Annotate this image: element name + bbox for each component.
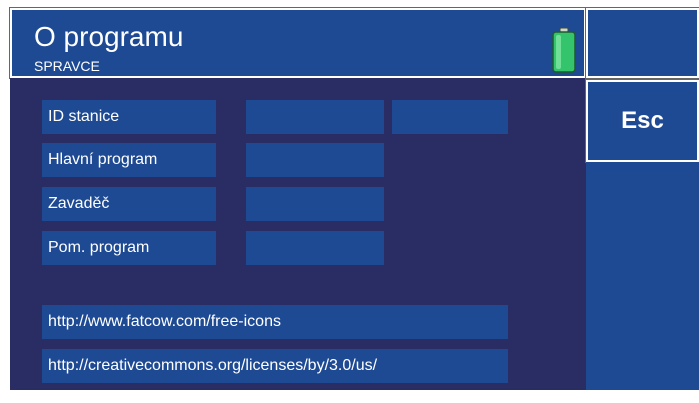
main-program-value	[246, 143, 384, 177]
esc-button[interactable]: Esc	[585, 79, 699, 163]
link-creative-commons[interactable]: http://creativecommons.org/licenses/by/3…	[42, 349, 508, 383]
label-station-id: ID stanice	[42, 100, 216, 134]
station-id-value-2	[392, 100, 508, 134]
bootloader-value	[246, 187, 384, 221]
page-title: O programu	[34, 21, 184, 52]
user-name: SPRAVCE	[34, 58, 100, 74]
side-panel-bottom	[586, 162, 699, 390]
about-screen: O programu SPRAVCE ID stanice Hlavní pro…	[0, 0, 699, 403]
link-fatcow[interactable]: http://www.fatcow.com/free-icons	[42, 305, 508, 339]
aux-program-value	[246, 231, 384, 265]
side-panel-top	[585, 7, 699, 79]
bottom-border	[10, 390, 699, 403]
header-bar: O programu SPRAVCE	[9, 7, 587, 79]
content-area: ID stanice Hlavní program Zavaděč Pom. p…	[10, 78, 586, 390]
label-aux-program: Pom. program	[42, 231, 216, 265]
station-id-value	[246, 100, 384, 134]
battery-full-icon	[552, 27, 576, 73]
label-main-program: Hlavní program	[42, 143, 216, 177]
label-bootloader: Zavaděč	[42, 187, 216, 221]
